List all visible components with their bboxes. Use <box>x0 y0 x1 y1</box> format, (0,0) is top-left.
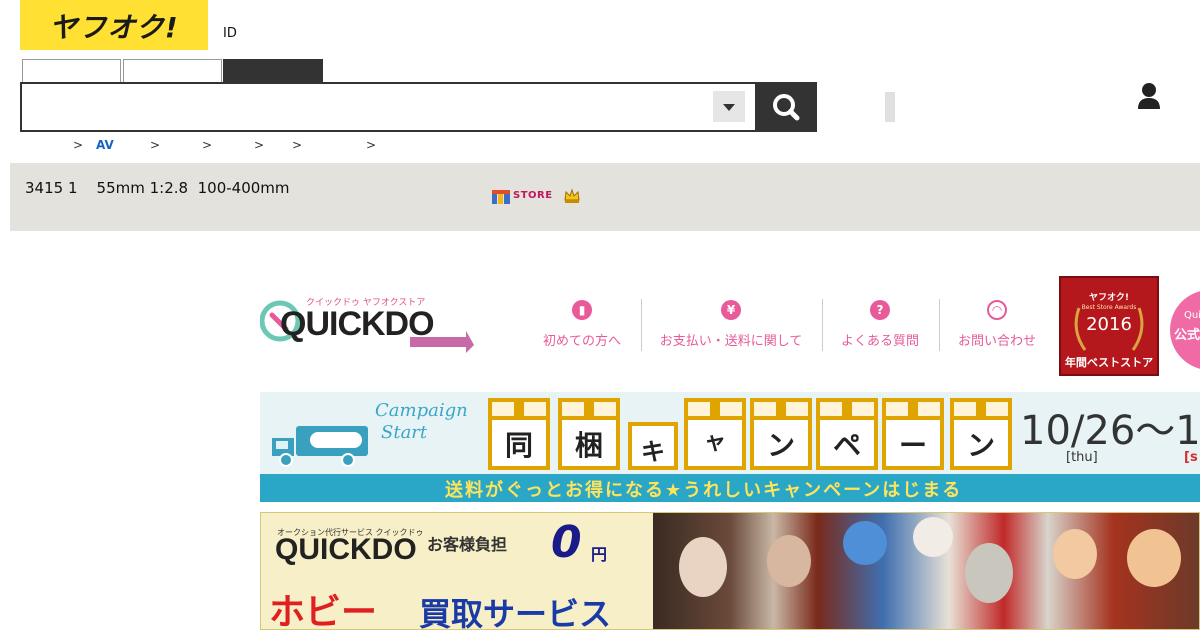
gundam-head <box>913 517 953 557</box>
hobby-title-2: 買取サービス <box>419 595 612 630</box>
breadcrumb: > AV > > > > > <box>0 138 1200 156</box>
campaign-box-char: ャ <box>703 430 726 455</box>
hobby-zero: 0 <box>551 517 582 568</box>
campaign-box: 同 <box>488 398 550 470</box>
campaign-box-char: ー <box>898 429 927 462</box>
hobby-logo: QUICKDO <box>275 533 417 566</box>
campaign-box: ー <box>882 398 944 470</box>
doll-face <box>679 537 727 597</box>
figure-face <box>767 535 811 587</box>
campaign-box-char: ン <box>766 429 795 462</box>
logo-text: ヤフオク! <box>49 11 179 44</box>
ultraman-head <box>965 543 1013 603</box>
award-title: ヤフオク! <box>1089 293 1129 303</box>
nav-divider <box>939 299 940 351</box>
campaign-box-char: ペ <box>832 429 861 462</box>
campaign-box: ペ <box>816 398 878 470</box>
breadcrumb-separator: > <box>292 138 303 152</box>
campaign-subline: 送料がぐっとお得になる★うれしいキャンペーンはじまる <box>445 480 963 501</box>
hobby-buyback-banner[interactable]: オークション代行サービス クイックドゥ QUICKDO お客様負担 0 円 ホビ… <box>260 512 1200 630</box>
nav-label: 初めての方へ <box>542 334 621 349</box>
official-badge-line-2: 公式 <box>1174 328 1200 343</box>
campaign-box-char: ン <box>966 429 995 462</box>
breadcrumb-item-av[interactable]: AV <box>96 138 114 152</box>
campaign-text-2: Start <box>381 422 428 443</box>
campaign-banner[interactable]: Campaign Start 同 梱 キ ャ ン ペ ー ン 10/26〜11/… <box>260 392 1200 502</box>
nav-label: お問い合わせ <box>957 334 1036 349</box>
award-year: 2016 <box>1086 314 1132 335</box>
campaign-box-char: 梱 <box>574 429 603 462</box>
book-icon: ▮ <box>572 300 592 320</box>
search-tab-active[interactable] <box>223 59 323 83</box>
chevron-down-icon <box>723 104 735 111</box>
hobby-burden-text: お客様負担 <box>427 535 508 554</box>
search-tab-1[interactable] <box>22 59 121 83</box>
official-store-badge[interactable]: Quic 公式 <box>1170 290 1200 370</box>
award-caption: 年間ベストストア <box>1064 356 1154 369</box>
campaign-start-text: Campaign Start <box>375 400 468 444</box>
nav-contact[interactable]: ◠ お問い合わせ <box>955 300 1039 352</box>
nav-payment-shipping[interactable]: ¥ お支払い・送料に関して <box>658 300 804 352</box>
quickdo-logo-text: QUICKDO <box>280 305 435 343</box>
award-subtitle: Best Store Awards <box>1081 304 1137 311</box>
yahuoku-logo[interactable]: ヤフオク! <box>20 0 208 50</box>
campaign-box: 梱 <box>558 398 620 470</box>
campaign-box: キ <box>628 422 678 470</box>
figure-face <box>1053 529 1097 579</box>
campaign-box: ン <box>750 398 812 470</box>
robot-head <box>843 521 887 565</box>
truck-icon <box>270 422 370 468</box>
nav-divider <box>822 299 823 351</box>
breadcrumb-separator: > <box>202 138 213 152</box>
user-icon[interactable] <box>1136 82 1162 110</box>
campaign-day-end: [s <box>1184 450 1198 465</box>
hobby-title: ホビー <box>269 592 378 630</box>
nav-divider <box>641 299 642 351</box>
item-title: 3415 1 55mm 1:2.8 100-400mm <box>25 179 290 197</box>
campaign-day-start: [thu] <box>1066 450 1098 465</box>
store-icon <box>492 190 510 204</box>
official-badge-line-1: Quic <box>1184 310 1200 321</box>
nav-label: お支払い・送料に関して <box>659 334 803 349</box>
campaign-box-char: 同 <box>504 429 533 462</box>
hobby-yen: 円 <box>591 545 608 564</box>
question-icon: ? <box>870 300 890 320</box>
search-tab-2[interactable] <box>123 59 222 83</box>
headset-icon: ◠ <box>987 300 1007 320</box>
store-label: STORE <box>513 190 553 201</box>
id-link[interactable]: ID <box>223 26 237 41</box>
best-store-award-badge: ヤフオク! Best Store Awards 2016 年間ベストストア <box>1059 276 1159 376</box>
campaign-dates: 10/26〜11/1 <box>1020 408 1200 454</box>
header-placeholder-bar <box>885 92 895 122</box>
quickdo-logo[interactable]: クイックドゥ ヤフオクストア QUICKDO <box>260 293 475 355</box>
breadcrumb-separator: > <box>73 138 84 152</box>
store-badge[interactable]: STORE <box>492 189 552 205</box>
nav-faq[interactable]: ? よくある質問 <box>838 300 922 352</box>
crown-icon <box>563 188 581 204</box>
campaign-box: ャ <box>684 398 746 470</box>
category-dropdown[interactable] <box>713 91 745 122</box>
search-input[interactable] <box>20 82 758 132</box>
luffy-face <box>1127 529 1181 587</box>
nav-first-time[interactable]: ▮ 初めての方へ <box>540 300 624 352</box>
item-title-strip: 3415 1 55mm 1:2.8 100-400mm STORE <box>10 163 1200 231</box>
search-button[interactable] <box>755 82 817 132</box>
breadcrumb-separator: > <box>150 138 161 152</box>
campaign-box-char: キ <box>641 438 665 466</box>
campaign-box: ン <box>950 398 1012 470</box>
nav-label: よくある質問 <box>840 334 919 349</box>
breadcrumb-separator: > <box>254 138 265 152</box>
campaign-text-1: Campaign <box>375 400 468 421</box>
search-icon <box>773 94 800 121</box>
hobby-figures-photo <box>653 513 1199 629</box>
breadcrumb-separator: > <box>366 138 377 152</box>
yen-icon: ¥ <box>721 300 741 320</box>
